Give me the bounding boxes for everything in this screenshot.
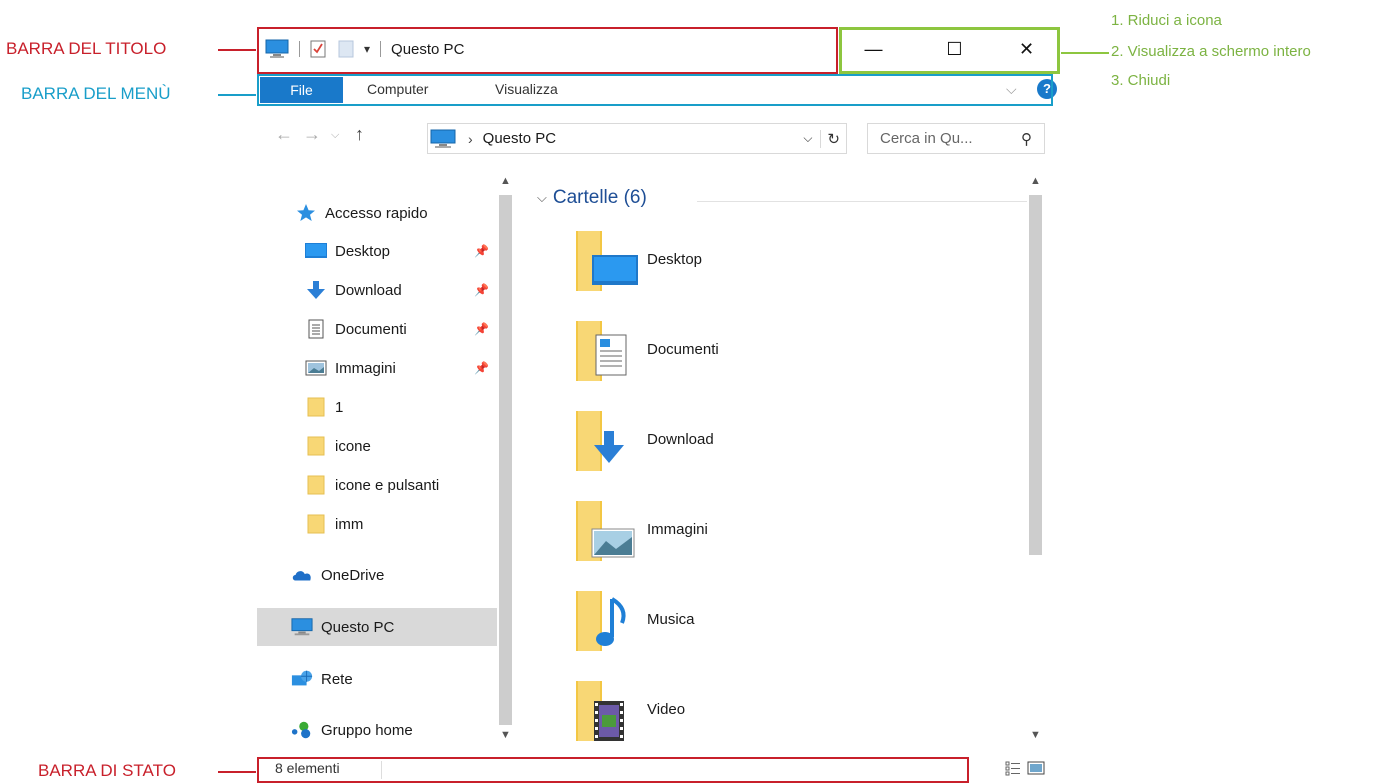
folder-icon [305, 513, 327, 535]
annotation-control-3: 3. Chiudi [1111, 72, 1171, 89]
content-scrollbar[interactable]: ▲ ▼ [1027, 173, 1044, 753]
computer-icon [430, 129, 456, 149]
scroll-down-arrow-icon[interactable]: ▼ [1027, 729, 1044, 741]
scroll-down-arrow-icon[interactable]: ▼ [497, 729, 514, 741]
pin-icon[interactable]: 📌 [474, 361, 489, 375]
nav-network[interactable]: Rete [257, 661, 497, 697]
folder-desktop[interactable]: Desktop [572, 225, 872, 295]
annotation-control-1: 1. Riduci a icona [1111, 12, 1222, 29]
annotation-line-status [218, 771, 256, 773]
nav-scrollbar[interactable]: ▲ ▼ [497, 173, 514, 753]
nav-item-folder-1[interactable]: 1 [257, 389, 497, 425]
pin-icon[interactable]: 📌 [474, 322, 489, 336]
nav-item-documenti[interactable]: Documenti 📌 [257, 311, 497, 347]
refresh-icon[interactable]: ↻ [820, 129, 846, 148]
breadcrumb-this-pc[interactable]: Questo PC [483, 130, 556, 147]
folder-icon [305, 474, 327, 496]
pictures-icon [305, 357, 327, 379]
nav-item-desktop[interactable]: Desktop 📌 [257, 233, 497, 269]
search-icon[interactable]: ⚲ [1021, 130, 1032, 148]
nav-item-download[interactable]: Download 📌 [257, 272, 497, 308]
scroll-thumb[interactable] [499, 195, 512, 725]
scroll-up-arrow-icon[interactable]: ▲ [497, 175, 514, 187]
ribbon-menu-bar: File Computer Visualizza ⌵ ? [257, 74, 1057, 106]
group-header[interactable]: ⌵ Cartelle (6) [537, 187, 647, 209]
annotation-status-bar: BARRA DI STATO [38, 761, 176, 780]
homegroup-icon [291, 719, 313, 741]
search-box[interactable]: Cerca in Qu... ⚲ [867, 123, 1045, 154]
nav-homegroup[interactable]: Gruppo home [257, 712, 497, 748]
scroll-up-arrow-icon[interactable]: ▲ [1027, 175, 1044, 187]
download-folder-icon [576, 411, 624, 471]
nav-onedrive[interactable]: OneDrive [257, 557, 497, 593]
music-folder-icon [576, 591, 626, 651]
folder-documenti[interactable]: Documenti [572, 315, 872, 385]
annotation-menu-bar: BARRA DEL MENÙ [21, 84, 171, 103]
network-icon [291, 668, 313, 690]
chevron-down-icon[interactable]: ⌵ [537, 190, 547, 206]
folder-label: Musica [647, 611, 695, 628]
breadcrumb-separator[interactable]: › [468, 131, 473, 147]
annotation-line-controls [1061, 52, 1109, 54]
pin-icon[interactable]: 📌 [474, 283, 489, 297]
folder-video[interactable]: Video [572, 675, 872, 745]
documents-icon [305, 318, 327, 340]
star-icon [295, 202, 317, 224]
nav-this-pc[interactable]: Questo PC [257, 608, 497, 646]
folder-icon [305, 435, 327, 457]
annotation-control-2: 2. Visualizza a schermo intero [1111, 43, 1311, 60]
video-folder-icon [576, 681, 624, 741]
forward-arrow-icon[interactable]: → [303, 124, 321, 145]
title-bar: ▾ Questo PC — ☐ ✕ [257, 27, 1060, 74]
navigation-pane: Accesso rapido Desktop 📌 Download 📌 Docu… [257, 173, 497, 763]
title-bar-highlight [257, 27, 838, 74]
download-icon [305, 279, 327, 301]
nav-item-icone[interactable]: icone [257, 428, 497, 464]
folder-musica[interactable]: Musica [572, 585, 872, 655]
menu-bar-highlight [257, 74, 1053, 106]
computer-icon [291, 616, 313, 638]
annotation-title-bar: BARRA DEL TITOLO [6, 39, 167, 58]
address-dropdown-icon[interactable]: ⌵ [803, 131, 812, 146]
folder-label: Immagini [647, 521, 708, 538]
folder-icon [305, 396, 327, 418]
folder-download[interactable]: Download [572, 405, 872, 475]
folder-label: Download [647, 431, 714, 448]
large-icons-view-icon[interactable] [1027, 760, 1045, 781]
documents-folder-icon [576, 321, 627, 381]
back-arrow-icon[interactable]: ← [275, 124, 293, 145]
up-arrow-icon[interactable]: ↑ [355, 124, 364, 145]
content-area: ⌵ Cartelle (6) Desktop Documenti Downloa… [527, 173, 1027, 753]
nav-item-immagini[interactable]: Immagini 📌 [257, 350, 497, 386]
pictures-folder-icon [576, 501, 635, 561]
annotation-line-title [218, 49, 256, 51]
folder-label: Video [647, 701, 686, 718]
folder-immagini[interactable]: Immagini [572, 495, 872, 565]
explorer-window: ▾ Questo PC — ☐ ✕ File Computer Visualiz… [257, 27, 1060, 783]
address-bar[interactable]: › Questo PC ⌵ ↻ [427, 123, 847, 154]
desktop-folder-icon [576, 231, 638, 291]
details-view-icon[interactable] [1005, 760, 1021, 781]
folder-label: Documenti [647, 341, 719, 358]
onedrive-icon [291, 564, 313, 586]
pin-icon[interactable]: 📌 [474, 244, 489, 258]
annotation-line-menu [218, 94, 256, 96]
nav-quick-access[interactable]: Accesso rapido [257, 195, 497, 231]
status-bar: 8 elementi [257, 757, 1045, 783]
recent-locations-icon[interactable]: ⌵ [331, 129, 339, 142]
window-controls-highlight [839, 27, 1060, 74]
nav-item-icone-e-pulsanti[interactable]: icone e pulsanti [257, 467, 497, 503]
nav-item-imm[interactable]: imm [257, 506, 497, 542]
desktop-icon [305, 240, 327, 262]
search-input[interactable]: Cerca in Qu... [880, 130, 973, 147]
folder-label: Desktop [647, 251, 703, 268]
address-row: ← → ⌵ ↑ › Questo PC ⌵ ↻ Cerca in Qu... ⚲ [257, 122, 1045, 158]
status-bar-highlight [257, 757, 969, 783]
group-divider [697, 201, 1027, 202]
scroll-thumb[interactable] [1029, 195, 1042, 555]
